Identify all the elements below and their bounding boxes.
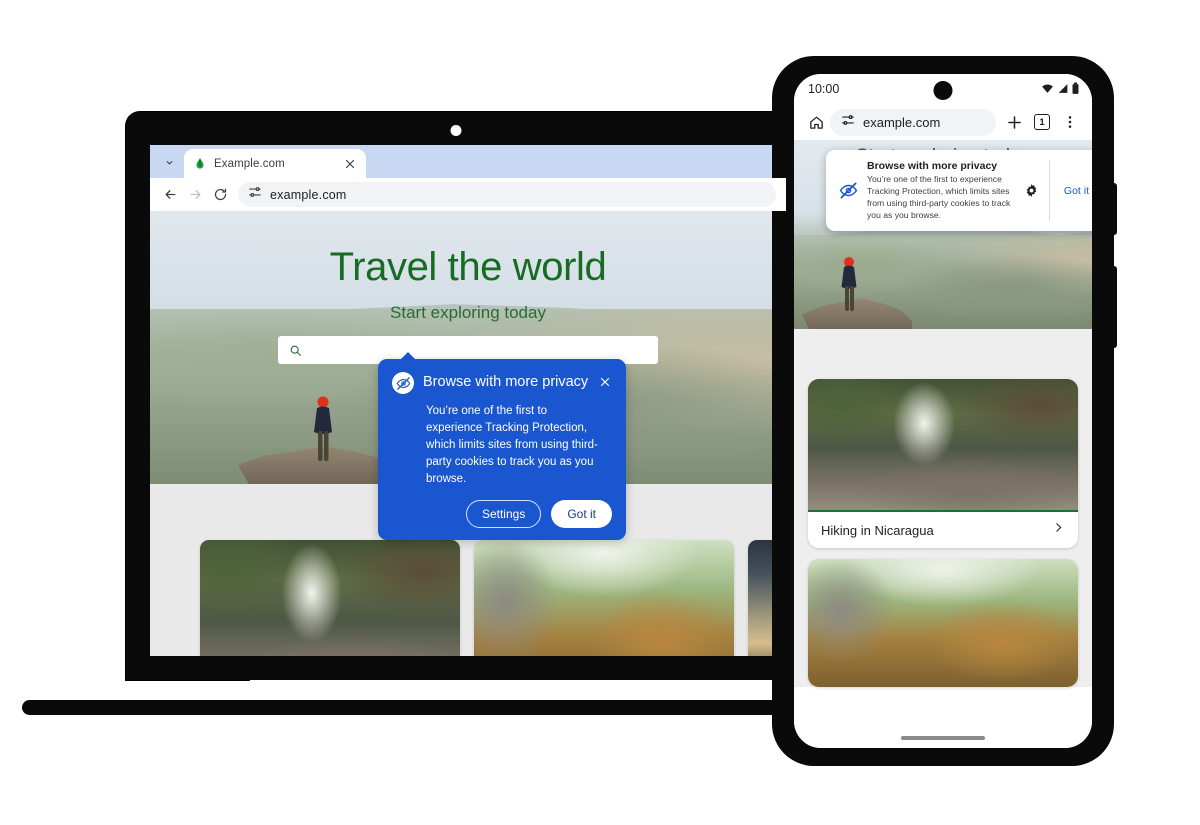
front-camera-punch-hole-icon: [933, 81, 953, 100]
hero-headline: Travel the world: [329, 245, 607, 289]
tracking-protection-dialog-mobile: Browse with more privacy You’re one of t…: [826, 150, 1092, 232]
chrome-tab-strip: Example.com: [150, 145, 786, 178]
chevron-right-icon[interactable]: [1052, 521, 1065, 539]
dialog-actions: Settings Got it: [392, 500, 612, 529]
search-icon: [290, 345, 301, 356]
battery-icon: [1072, 82, 1079, 94]
dialog-text-block: Browse with more privacy You’re one of t…: [860, 160, 1017, 221]
tune-site-settings-icon[interactable]: [248, 185, 262, 204]
phone-volume-button[interactable]: [1112, 266, 1117, 348]
phone-power-button[interactable]: [1112, 183, 1117, 235]
omnibox-url-text: example.com: [270, 187, 347, 202]
phone-status-bar: 10:00: [794, 74, 1092, 104]
gear-icon[interactable]: [1017, 183, 1047, 198]
dialog-title: Browse with more privacy: [867, 160, 998, 172]
phone-destination-card[interactable]: [808, 559, 1078, 687]
card-image-waterfall: [200, 540, 460, 656]
more-vertical-icon[interactable]: [1056, 108, 1084, 136]
reload-icon[interactable]: [208, 182, 233, 207]
tab-switcher-button[interactable]: 1: [1028, 108, 1056, 136]
settings-button[interactable]: Settings: [465, 500, 542, 529]
eye-off-privacy-icon: [836, 181, 860, 200]
dialog-title: Browse with more privacy: [423, 374, 589, 390]
forward-icon: [183, 182, 208, 207]
destination-card[interactable]: [474, 540, 734, 656]
phone-chrome-toolbar: example.com 1: [794, 104, 1092, 140]
example-site-favicon: [193, 157, 207, 171]
phone-web-page: Start exploring today Hiking in Nicaragu…: [794, 140, 1092, 748]
phone-destination-card[interactable]: Hiking in Nicaragua: [808, 379, 1078, 548]
hero-hiker-figure: [314, 396, 332, 461]
tab-count-badge: 1: [1034, 114, 1050, 130]
cellular-signal-icon: [1058, 84, 1068, 93]
laptop-screen: Example.com example.com Travel the world…: [150, 145, 786, 656]
destination-cards-row: [150, 540, 786, 656]
laptop-webcam-icon: [450, 125, 462, 136]
got-it-button[interactable]: Got it: [1051, 185, 1092, 197]
card-image-waterfall: [808, 379, 1078, 512]
got-it-button[interactable]: Got it: [551, 500, 612, 529]
close-icon[interactable]: [598, 375, 612, 389]
tune-site-settings-icon[interactable]: [841, 113, 855, 132]
scene-root: Example.com example.com Travel the world…: [0, 0, 1200, 825]
new-tab-button[interactable]: [1000, 108, 1028, 136]
card-footer: Hiking in Nicaragua: [808, 512, 1078, 548]
phone-hero-hiker-figure: [841, 257, 857, 311]
card-title: Hiking in Nicaragua: [821, 522, 934, 538]
status-clock: 10:00: [808, 82, 840, 96]
dialog-body-text: You’re one of the first to experience Tr…: [867, 174, 1011, 220]
dialog-header: Browse with more privacy: [392, 372, 612, 394]
omnibox[interactable]: example.com: [238, 182, 776, 207]
wifi-icon: [1042, 84, 1053, 93]
chrome-tab-title: Example.com: [214, 157, 285, 170]
phone-omnibox[interactable]: example.com: [830, 108, 996, 136]
close-icon[interactable]: [343, 157, 357, 171]
phone-omnibox-url-text: example.com: [863, 114, 941, 130]
status-icon-group: [1041, 82, 1080, 95]
chrome-toolbar: example.com: [150, 178, 786, 211]
laptop-device: Example.com example.com Travel the world…: [22, 112, 1066, 715]
card-image-cabin: [808, 559, 1078, 687]
tracking-protection-dialog-desktop: Browse with more privacy You’re one of t…: [378, 351, 626, 541]
card-image-cabin: [474, 540, 734, 656]
eye-off-privacy-icon: [392, 372, 414, 394]
back-icon[interactable]: [158, 182, 183, 207]
chrome-tab-example[interactable]: Example.com: [184, 149, 366, 178]
phone-device: 10:00 example.com 1 Hiking in Nicaragua …: [772, 56, 1117, 766]
tab-search-chevron-icon[interactable]: [156, 149, 182, 175]
phone-cards-list: Hiking in Nicaragua: [794, 371, 1092, 687]
phone-screen: 10:00 example.com 1 Hiking in Nicaragua …: [794, 74, 1092, 748]
dialog-body-text: You’re one of the first to experience Tr…: [426, 405, 598, 485]
hero-subheadline: Start exploring today: [390, 303, 546, 322]
home-icon[interactable]: [802, 108, 830, 136]
phone-gesture-home-bar[interactable]: [901, 736, 985, 740]
destination-card[interactable]: [200, 540, 460, 656]
phone-page-spacer: [794, 329, 1092, 371]
